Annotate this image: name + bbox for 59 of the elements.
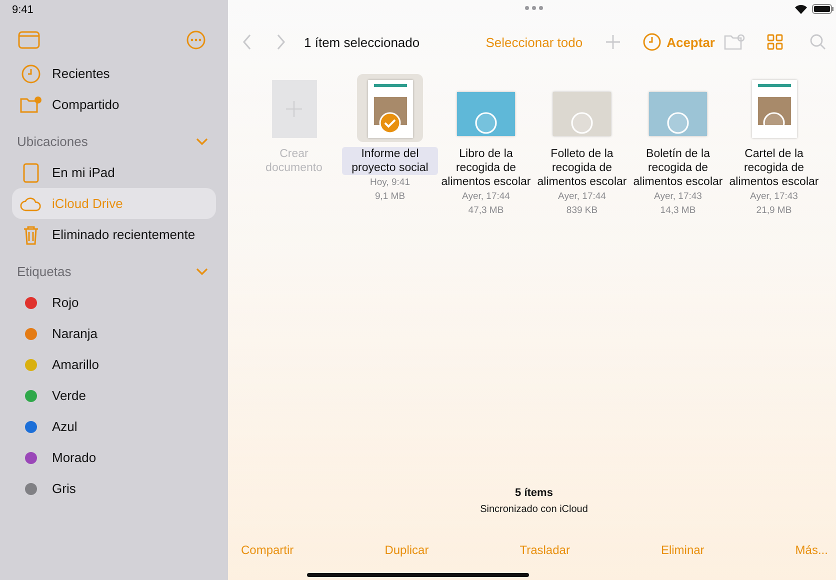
file-size: 839 KB <box>566 204 598 218</box>
file-date: Ayer, 17:44 <box>558 190 606 204</box>
plus-icon[interactable] <box>606 35 620 49</box>
section-header: Ubicaciones <box>17 134 88 149</box>
sidebar-item[interactable]: Recientes <box>12 58 216 89</box>
tablet-icon <box>23 162 39 182</box>
document-thumbnail[interactable] <box>649 92 707 136</box>
trash-icon <box>23 224 39 244</box>
file-date: Hoy, 9:41 <box>370 176 410 190</box>
chevron-icon[interactable] <box>196 268 208 276</box>
search-icon[interactable] <box>810 34 826 50</box>
section-header: Etiquetas <box>17 264 72 279</box>
grid-view-icon[interactable] <box>767 34 783 50</box>
file-name: Informe del proyecto social <box>342 147 438 175</box>
battery-icon <box>812 4 834 14</box>
new-folder-icon[interactable] <box>724 34 745 50</box>
back-icon[interactable] <box>242 34 252 50</box>
selection-circle-icon[interactable] <box>571 112 593 134</box>
file-size: 21,9 MB <box>756 204 792 218</box>
forward-icon[interactable] <box>276 34 286 50</box>
file-name: Boletín de la recogida de alimentos escolar <box>632 147 724 189</box>
selection-circle-icon[interactable] <box>475 112 497 134</box>
document-thumbnail[interactable] <box>553 92 611 136</box>
cloud-icon <box>20 196 42 212</box>
sidebar-item[interactable]: Morado <box>12 442 216 473</box>
sidebar-item[interactable]: Compartido <box>12 89 216 120</box>
file-size: 14,3 MB <box>660 204 696 218</box>
sidebar-item[interactable]: Azul <box>12 411 216 442</box>
document-thumbnail[interactable] <box>457 92 515 136</box>
file-date: Ayer, 17:43 <box>750 190 798 204</box>
shared-folder-icon <box>20 96 42 114</box>
sidebar-item[interactable]: En mi iPad <box>12 157 216 188</box>
file-name: Folleto de la recogida de alimentos escolar <box>536 147 628 189</box>
chevron-icon[interactable] <box>196 138 208 146</box>
file-date: Ayer, 17:43 <box>654 190 702 204</box>
sidebar-toggle-icon[interactable] <box>18 31 40 49</box>
sidebar-item[interactable]: Verde <box>12 380 216 411</box>
create-document-tile[interactable] <box>272 80 316 138</box>
document-thumbnail[interactable] <box>752 80 796 138</box>
wifi-icon <box>795 4 807 14</box>
sidebar-item[interactable]: Rojo <box>12 287 216 318</box>
selection-circle-icon[interactable] <box>667 112 689 134</box>
sidebar-item[interactable]: Naranja <box>12 318 216 349</box>
file-size: 47,3 MB <box>468 204 504 218</box>
status-time: 9:41 <box>12 3 34 18</box>
file-date: Ayer, 17:44 <box>462 190 510 204</box>
file-name: Cartel de la recogida de alimentos escolar <box>728 147 820 189</box>
clock-icon <box>21 64 41 84</box>
sidebar-item[interactable]: Amarillo <box>12 349 216 380</box>
more-icon[interactable] <box>186 30 206 50</box>
clock-icon[interactable] <box>642 33 661 51</box>
sync-status: Sincronizado con iCloud <box>479 504 589 515</box>
sidebar-item[interactable]: Eliminado recientemente <box>12 219 216 250</box>
file-name: Libro de la recogida de alimentos escolar <box>440 147 532 189</box>
file-size: 9,1 MB <box>374 190 406 204</box>
item-count: 5 ítems <box>514 487 554 499</box>
sidebar-item[interactable]: Gris <box>12 473 216 504</box>
toolbar-title: 1 ítem seleccionado <box>304 34 420 50</box>
create-document-label: Crear documento <box>264 147 324 175</box>
